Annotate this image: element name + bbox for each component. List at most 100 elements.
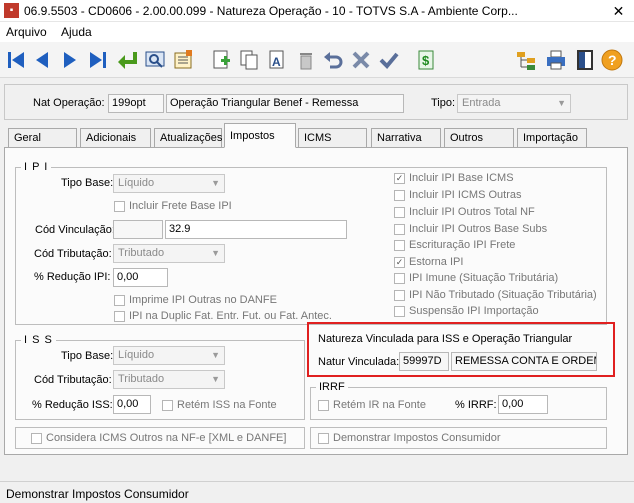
nat-operacao-desc-field[interactable]: Operação Triangular Benef - Remessa xyxy=(166,94,404,113)
ipi-frete-label: Incluir Frete Base IPI xyxy=(129,200,232,212)
check-icon xyxy=(379,52,399,69)
ipi-check-4[interactable]: Escrituração IPI Frete xyxy=(394,239,515,251)
ipi-check-5[interactable]: ✓ Estorna IPI xyxy=(394,256,463,268)
ipi-check-label: Incluir IPI Outros Base Subs xyxy=(409,223,548,235)
status-bar: Demonstrar Impostos Consumidor xyxy=(0,481,634,503)
iss-reducao-field[interactable]: 0,00 xyxy=(113,395,151,414)
natur-vinculada-code-field[interactable]: 59997D xyxy=(399,352,449,371)
checkbox-box xyxy=(162,399,173,411)
natureza-vinculada-title: Natureza Vinculada para ISS e Operação T… xyxy=(318,333,573,345)
confirm-button[interactable] xyxy=(377,47,401,73)
tree-icon xyxy=(517,52,535,70)
tab-importacao[interactable]: Importação xyxy=(517,128,587,147)
demonstrar-impostos-checkbox[interactable]: Demonstrar Impostos Consumidor xyxy=(318,432,501,444)
considera-icms-checkbox[interactable]: Considera ICMS Outros na NF-e [XML e DAN… xyxy=(31,432,286,444)
irrf-retem-checkbox[interactable]: Retém IR na Fonte xyxy=(318,399,426,411)
checkbox-box xyxy=(318,399,329,411)
ipi-check-1[interactable]: Incluir IPI ICMS Outras xyxy=(394,189,521,201)
last-icon xyxy=(90,52,106,68)
last-record-button[interactable] xyxy=(86,47,110,73)
help-icon: ? xyxy=(601,49,623,71)
ipi-check-6[interactable]: IPI Imune (Situação Tributária) xyxy=(394,272,558,284)
financial-button[interactable]: $ xyxy=(414,47,438,73)
ipi-check-label: Estorna IPI xyxy=(409,256,464,268)
iss-retem-checkbox[interactable]: Retém ISS na Fonte xyxy=(162,399,277,411)
menu-arquivo[interactable]: Arquivo xyxy=(6,25,47,39)
demonstrar-impostos-label: Demonstrar Impostos Consumidor xyxy=(333,432,501,444)
irrf-perc-field[interactable]: 0,00 xyxy=(498,395,548,414)
checkbox-box xyxy=(114,200,125,212)
ipi-check-label: Escrituração IPI Frete xyxy=(409,239,516,251)
tab-impostos[interactable]: Impostos xyxy=(224,123,296,148)
ipi-frete-checkbox[interactable]: Incluir Frete Base IPI xyxy=(114,200,232,212)
help-button[interactable]: ? xyxy=(600,47,624,73)
ipi-reducao-field[interactable]: 0,00 xyxy=(113,268,168,287)
tab-outros[interactable]: Outros xyxy=(444,128,514,147)
window-close-button[interactable]: ✕ xyxy=(603,0,634,22)
iss-retem-label: Retém ISS na Fonte xyxy=(177,399,277,411)
iss-cod-trib-label: Cód Tributação: xyxy=(34,374,112,386)
prev-record-button[interactable] xyxy=(30,47,54,73)
irrf-retem-label: Retém IR na Fonte xyxy=(333,399,426,411)
checkbox-box xyxy=(394,206,405,218)
new-button[interactable] xyxy=(209,47,233,73)
ipi-check-2[interactable]: Incluir IPI Outros Total NF xyxy=(394,206,535,218)
nat-operacao-code-field[interactable]: 199opt xyxy=(108,94,164,113)
undo-button[interactable] xyxy=(321,47,345,73)
tab-icms[interactable]: ICMS xyxy=(298,128,367,147)
svg-text:$: $ xyxy=(422,53,430,68)
cancel-button[interactable] xyxy=(349,47,373,73)
ipi-check-3[interactable]: Incluir IPI Outros Base Subs xyxy=(394,223,547,235)
iss-tipo-base-select[interactable]: Líquido ▼ xyxy=(113,346,225,365)
chevron-down-icon: ▼ xyxy=(211,248,220,258)
toolbar: A $ ? xyxy=(0,42,634,78)
list-button[interactable] xyxy=(171,47,195,73)
ipi-cod-vinc-label: Cód Vinculação: xyxy=(35,224,115,236)
exit-button[interactable] xyxy=(115,47,139,73)
zoom-button[interactable] xyxy=(143,47,167,73)
ipi-reducao-label: % Redução IPI: xyxy=(34,271,111,283)
irrf-group-title: IRRF xyxy=(316,381,348,393)
app-logo-icon: ▪ xyxy=(4,3,19,18)
natur-vinculada-desc-field[interactable]: REMESSA CONTA E ORDEM xyxy=(451,352,597,371)
ipi-check-label: Suspensão IPI Importação xyxy=(409,305,539,317)
tree-button[interactable] xyxy=(514,47,538,73)
ipi-check-7[interactable]: IPI Não Tributado (Situação Tributária) xyxy=(394,289,597,301)
checkbox-box xyxy=(394,305,405,317)
menu-ajuda[interactable]: Ajuda xyxy=(61,25,92,39)
menu-bar: Arquivo Ajuda xyxy=(0,22,634,42)
ipi-cod-vinc-field[interactable]: 32.9 xyxy=(165,220,347,239)
ipi-cod-trib-select[interactable]: Tributado ▼ xyxy=(113,244,225,263)
first-record-button[interactable] xyxy=(4,47,28,73)
ipi-check-8[interactable]: Suspensão IPI Importação xyxy=(394,305,539,317)
ipi-group-title: I P I xyxy=(21,161,52,173)
copy-button[interactable] xyxy=(237,47,261,73)
edit-button[interactable]: A xyxy=(265,47,289,73)
ipi-check-label: IPI Não Tributado (Situação Tributária) xyxy=(409,289,597,301)
tab-geral[interactable]: Geral xyxy=(8,128,77,147)
tipo-select[interactable]: Entrada ▼ xyxy=(457,94,571,113)
tab-narrativa[interactable]: Narrativa xyxy=(371,128,441,147)
ipi-cod-vinc-code-field[interactable] xyxy=(113,220,163,239)
close-form-button[interactable] xyxy=(573,47,597,73)
checkbox-box xyxy=(114,294,125,306)
checkbox-box xyxy=(318,432,329,444)
nat-operacao-label: Nat Operação: xyxy=(33,97,105,109)
svg-text:?: ? xyxy=(608,52,617,68)
tab-adicionais[interactable]: Adicionais xyxy=(80,128,151,147)
tab-atualizacoes[interactable]: Atualizações xyxy=(154,128,222,147)
ipi-duplic-checkbox[interactable]: IPI na Duplic Fat. Entr. Fut. ou Fat. An… xyxy=(114,310,332,322)
print-button[interactable] xyxy=(544,47,568,73)
checkbox-box xyxy=(394,272,405,284)
ipi-tipo-base-select[interactable]: Líquido ▼ xyxy=(113,174,225,193)
ipi-check-0[interactable]: ✓ Incluir IPI Base ICMS xyxy=(394,172,514,184)
tipo-label: Tipo: xyxy=(431,97,456,109)
irrf-perc-label: % IRRF: xyxy=(455,399,497,411)
print-icon xyxy=(547,50,565,70)
next-record-button[interactable] xyxy=(58,47,82,73)
delete-button[interactable] xyxy=(294,47,318,73)
iss-cod-trib-select[interactable]: Tributado ▼ xyxy=(113,370,225,389)
checkbox-box xyxy=(394,223,405,235)
ipi-imprime-checkbox[interactable]: Imprime IPI Outras no DANFE xyxy=(114,294,277,306)
natur-vinculada-label: Natur Vinculada: xyxy=(318,356,400,368)
